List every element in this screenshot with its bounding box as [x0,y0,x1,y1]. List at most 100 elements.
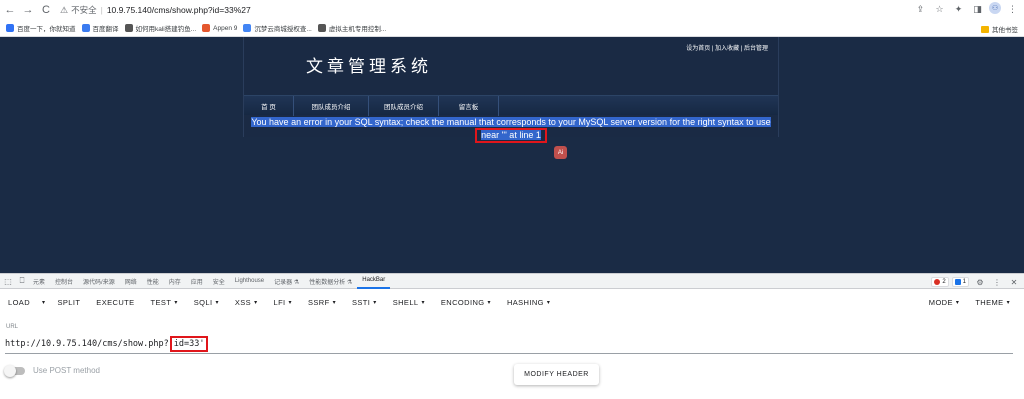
device-toolbar-icon[interactable]: ⎕ [16,275,28,287]
warning-icon[interactable]: ⚠ [60,5,68,16]
bookmark-favicon-icon [317,24,326,32]
chevron-down-icon: ▾ [174,299,178,306]
share-icon[interactable]: ⇪ [913,2,928,17]
other-bookmarks[interactable]: 其他书签 [981,24,1018,34]
button-label: XSS [234,297,252,307]
error-count-badge[interactable]: 2 [931,277,949,287]
bookmarks-bar: 百度一下，你就知道 百度翻译 如何用kali搭建钓鱼... Appen 9 沉梦… [0,20,1024,37]
load-dropdown-button[interactable]: ▾ [38,290,49,314]
url-input[interactable]: http://10.9.75.140/cms/show.php? id=33' [5,334,1013,354]
devtools-status: 2 1 ⚙ ⋮ ✕ [931,276,1020,288]
ssrf-menu-button[interactable]: SSRF ▾ [300,290,344,314]
lfi-menu-button[interactable]: LFI ▾ [266,290,300,314]
button-label: LFI [273,297,286,307]
bookmark-item[interactable]: 百度翻译 [81,23,119,33]
post-method-label: Use POST method [33,366,100,375]
omnibox[interactable]: ⚠ 不安全 | 10.9.75.140/cms/show.php?id=33%2… [60,2,251,18]
encoding-menu-button[interactable]: ENCODING ▾ [433,290,499,314]
tab-network[interactable]: 网络 [120,274,142,289]
bookmark-item[interactable]: 百度一下，你就知道 [6,23,76,33]
tab-security[interactable]: 安全 [208,274,230,289]
tab-performance-insights[interactable]: 性能数据分析 ⚗ [304,274,357,289]
bookmark-label: 百度翻译 [92,26,119,33]
button-label: EXECUTE [96,297,135,307]
sql-error-message: You have an error in your SQL syntax; ch… [244,117,778,143]
inspect-element-icon[interactable]: ⬚ [2,275,14,287]
nav-item-team-intro[interactable]: 团队成员介绍 [369,96,439,116]
bookmark-label: 沉梦云商城授权查... [254,26,312,33]
button-label: SHELL [392,297,419,307]
highlight-box: near ''' at line 1 [475,128,547,143]
post-method-row: Use POST method [4,364,100,377]
ssti-menu-button[interactable]: SSTI ▾ [344,290,385,314]
tab-lighthouse[interactable]: Lighthouse [230,274,269,289]
other-bookmarks-label: 其他书签 [992,27,1018,34]
chevron-down-icon: ▾ [487,299,491,306]
bookmark-item[interactable]: 虚拟主机专用控制... [317,23,386,33]
button-label: TEST [150,297,172,307]
extensions-icon[interactable]: ✦ [951,2,966,17]
sql-error-text: You have an error in your SQL syntax; ch… [251,117,771,127]
tab-memory[interactable]: 内存 [164,274,186,289]
nav-item-home[interactable]: 首 页 [244,96,294,116]
button-label: HASHING [506,297,544,307]
bookmark-favicon-icon [202,24,211,32]
settings-gear-icon[interactable]: ⚙ [974,276,986,288]
bookmark-favicon-icon [6,24,14,32]
bookmark-item[interactable]: Appen 9 [202,24,237,32]
nav-item-team[interactable]: 团队成员介绍 [294,96,369,116]
xss-menu-button[interactable]: XSS ▾ [227,290,266,314]
split-button[interactable]: SPLIT [49,290,88,314]
tab-console[interactable]: 控制台 [50,274,78,289]
tab-application[interactable]: 应用 [186,274,208,289]
tab-recorder[interactable]: 记录器 ⚗ [269,274,304,289]
load-button[interactable]: LOAD [0,290,38,314]
post-method-toggle[interactable] [4,364,25,377]
profile-avatar-icon[interactable]: ⚇ [989,2,1001,14]
sqli-menu-button[interactable]: SQLI ▾ [186,290,227,314]
chevron-down-icon: ▾ [421,299,425,306]
error-icon [934,279,941,285]
forward-arrow-icon[interactable]: → [20,2,36,18]
tab-elements[interactable]: 元素 [28,274,50,289]
site-top-links[interactable]: 设为首页 | 加入收藏 | 后台管理 [686,43,768,52]
execute-button[interactable]: EXECUTE [88,290,142,314]
button-label: SQLI [193,297,213,307]
test-menu-button[interactable]: TEST ▾ [143,290,186,314]
chevron-down-icon: ▾ [546,299,551,306]
sidepanel-icon[interactable]: ◨ [970,2,985,17]
chevron-down-icon: ▾ [1006,299,1010,306]
tab-performance[interactable]: 性能 [142,274,164,289]
tab-hackbar[interactable]: HackBar [357,274,391,289]
close-devtools-icon[interactable]: ✕ [1008,276,1020,288]
back-arrow-icon[interactable]: ← [2,2,18,18]
button-label: THEME [975,297,1004,307]
bookmark-label: 百度一下，你就知道 [17,26,76,33]
chevron-down-icon: ▾ [288,299,292,306]
shell-menu-button[interactable]: SHELL ▾ [385,290,433,314]
ai-assistant-icon[interactable]: Ai [554,146,567,159]
theme-menu-button[interactable]: THEME ▾ [967,290,1018,314]
hashing-menu-button[interactable]: HASHING ▾ [499,290,558,314]
url-param: id=33' [173,338,205,349]
bookmark-item[interactable]: 如何用kali搭建钓鱼... [124,23,196,33]
page-viewport: 设为首页 | 加入收藏 | 后台管理 文章管理系统 首 页 团队成员介绍 团队成… [0,37,1024,273]
browser-actions: ⇪ ☆ ✦ ◨ ⚇ ⋮ [913,2,1020,17]
message-count-badge[interactable]: 1 [951,277,969,287]
tab-sources[interactable]: 源代码/来源 [78,274,120,289]
bookmark-star-icon[interactable]: ☆ [932,2,947,17]
nav-item-guestbook[interactable]: 留言板 [439,96,499,116]
url-text[interactable]: 10.9.75.140/cms/show.php?id=33%27 [107,5,251,15]
bookmark-item[interactable]: 沉梦云商城授权查... [243,23,312,33]
reload-icon[interactable]: C [38,2,54,18]
browser-menu-icon[interactable]: ⋮ [1005,2,1020,17]
site-nav: 首 页 团队成员介绍 团队成员介绍 留言板 [244,95,778,116]
security-status[interactable]: 不安全 [71,4,97,16]
hackbar-right-controls: MODE ▾ THEME ▾ [921,290,1018,314]
mode-menu-button[interactable]: MODE ▾ [921,290,968,314]
devtools-tabbar: ⬚ ⎕ 元素 控制台 源代码/来源 网络 性能 内存 应用 安全 Lightho… [0,273,1024,289]
chevron-down-icon: ▾ [332,299,336,306]
url-param-highlight: id=33' [169,335,209,352]
more-options-icon[interactable]: ⋮ [991,276,1003,288]
modify-header-button[interactable]: MODIFY HEADER [514,364,599,385]
